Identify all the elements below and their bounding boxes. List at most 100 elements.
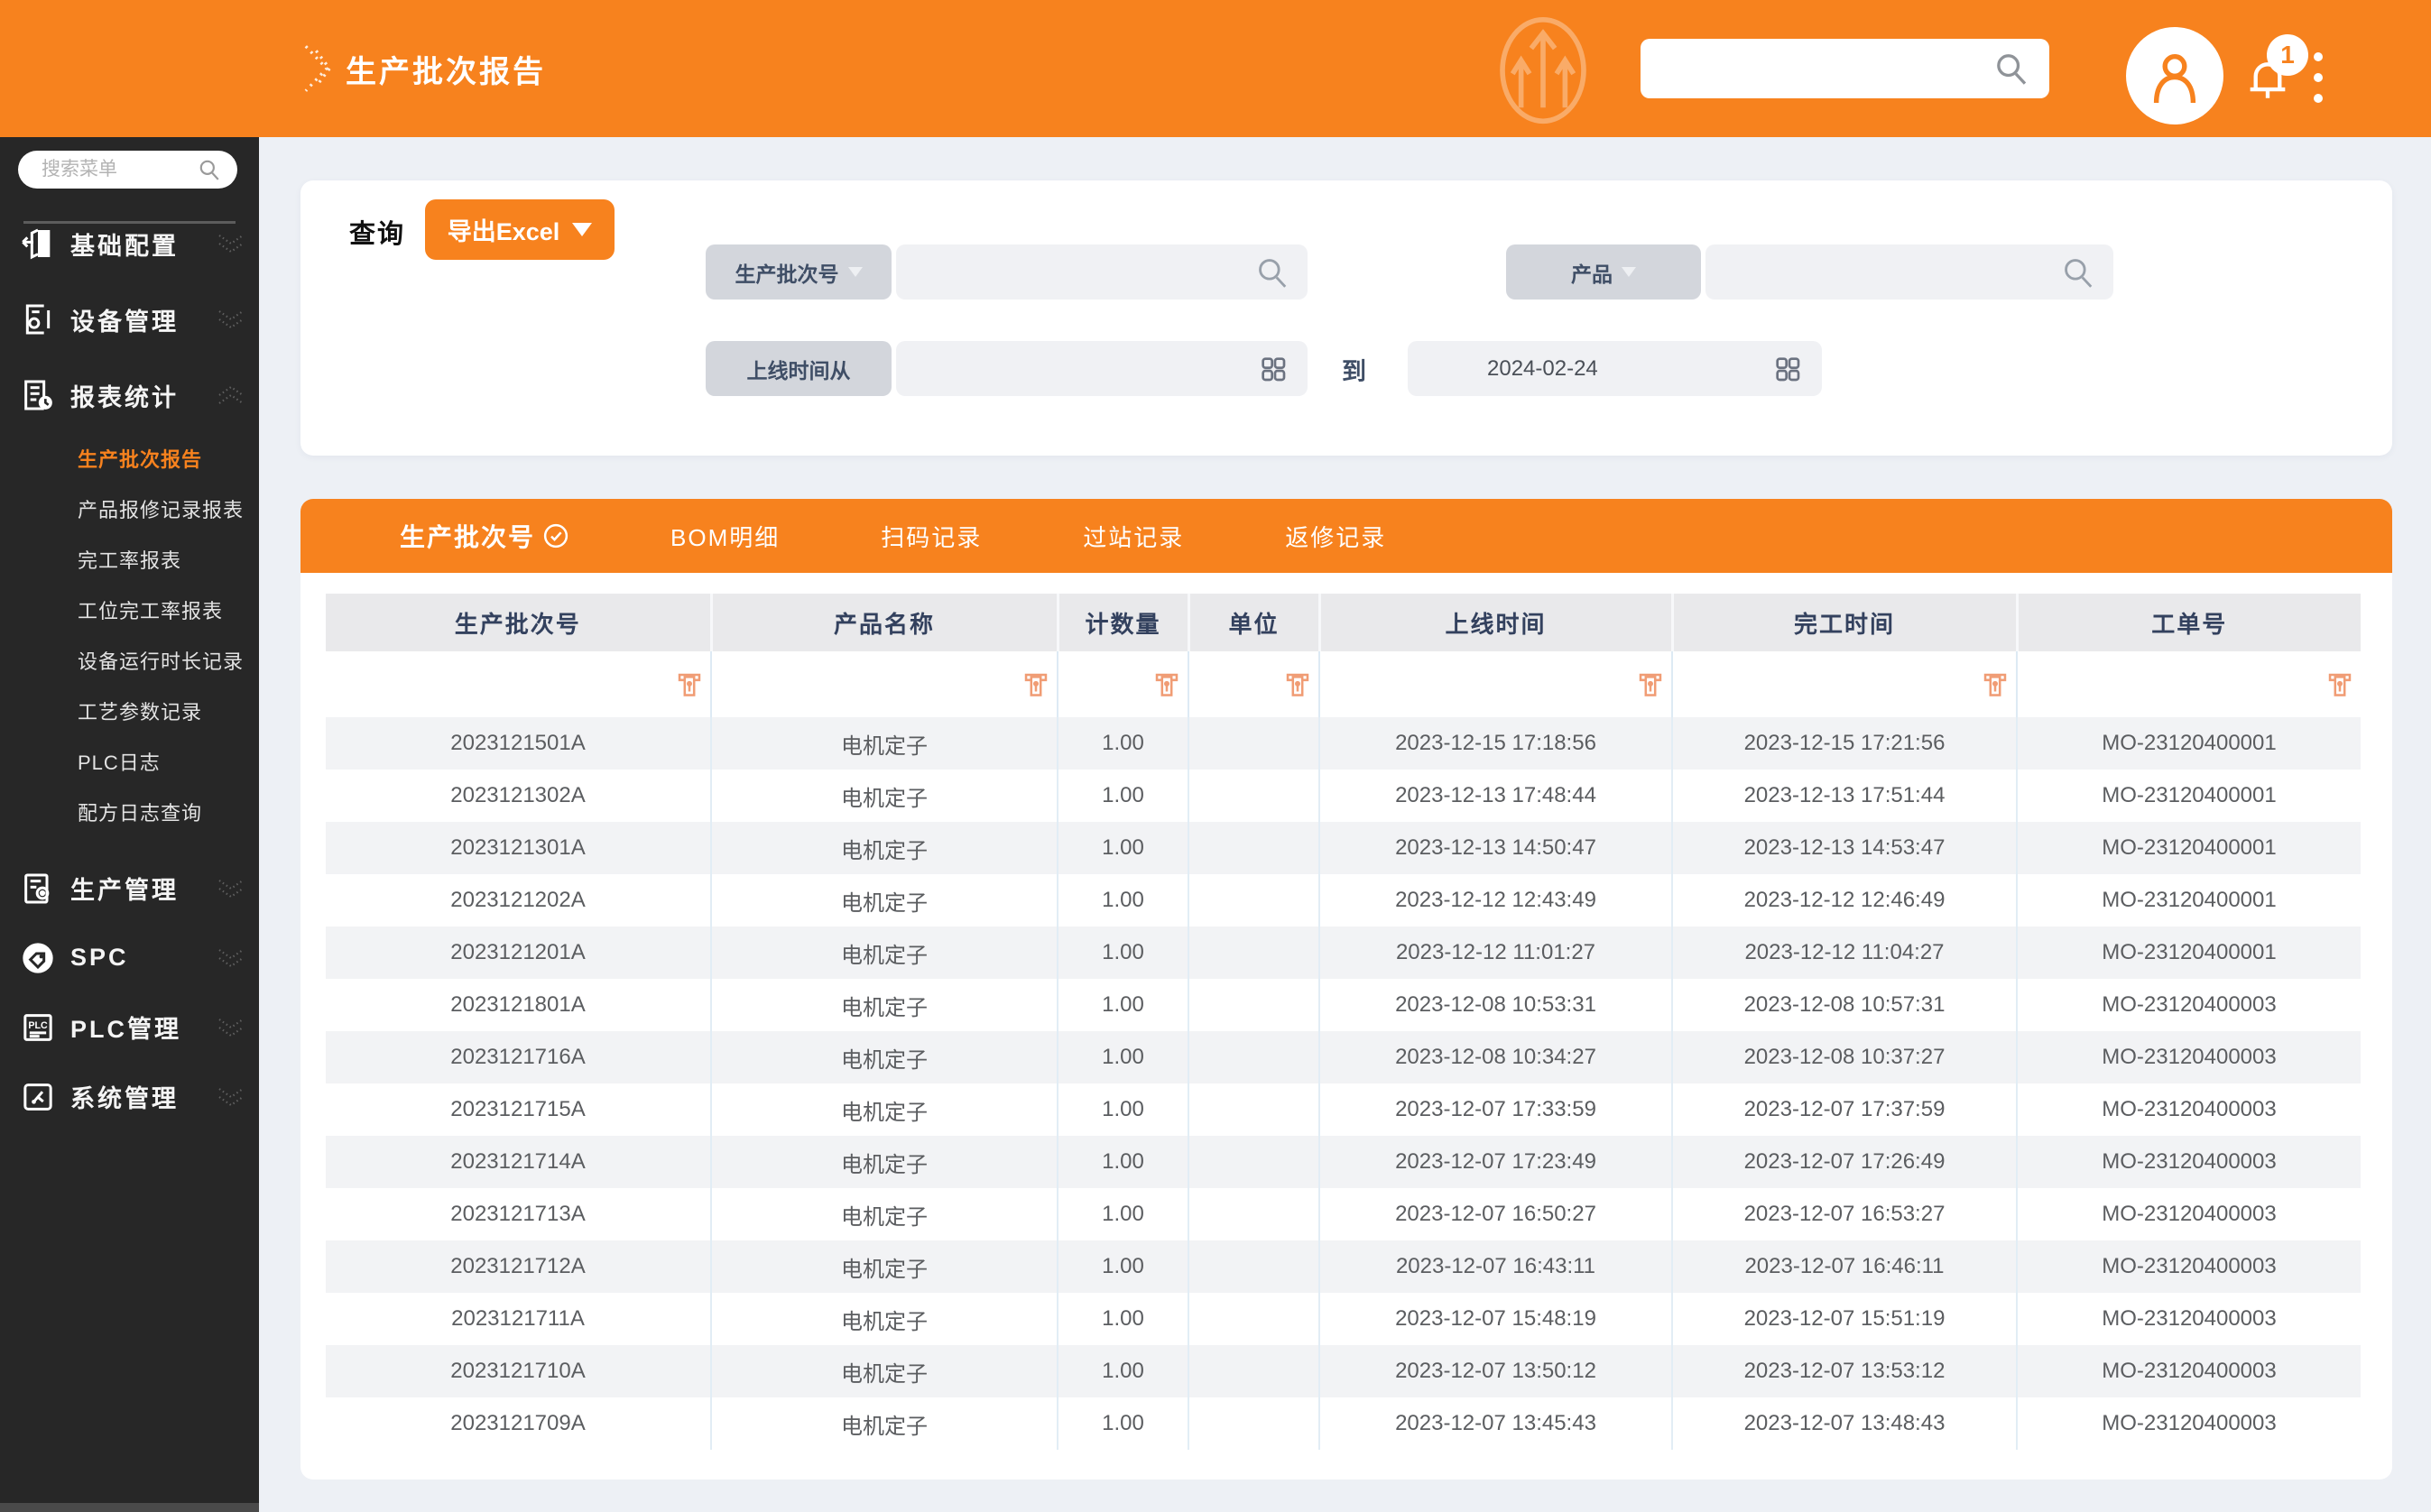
- column-filter-cell[interactable]: [326, 651, 711, 717]
- tab-返修记录[interactable]: 返修记录: [1285, 520, 1386, 553]
- batch-filter-input[interactable]: [896, 260, 1255, 285]
- column-header[interactable]: 单位: [1188, 594, 1319, 651]
- filter-funnel-icon[interactable]: [1022, 671, 1049, 698]
- calendar-icon[interactable]: [1259, 355, 1288, 383]
- search-icon[interactable]: [1993, 51, 2029, 87]
- table-cell: MO-23120400001: [2017, 717, 2361, 770]
- sidebar-item-system[interactable]: 系统管理: [0, 1062, 259, 1131]
- column-filter-cell[interactable]: [1058, 651, 1188, 717]
- filter-funnel-icon[interactable]: [1637, 671, 1664, 698]
- filter-funnel-icon[interactable]: [676, 671, 703, 698]
- tab-BOM明细[interactable]: BOM明细: [670, 520, 780, 553]
- table-row[interactable]: 2023121201A电机定子1.002023-12-12 11:01:2720…: [326, 927, 2361, 979]
- column-filter-cell[interactable]: [1319, 651, 1672, 717]
- search-icon[interactable]: [1255, 255, 1289, 290]
- table-cell: [1188, 1188, 1319, 1240]
- sidebar-subitem[interactable]: 产品报修记录报表: [0, 484, 259, 534]
- sidebar-item-label: 设备管理: [70, 302, 179, 337]
- sidebar-item-device[interactable]: 设备管理: [0, 281, 259, 357]
- table-cell: MO-23120400003: [2017, 1293, 2361, 1345]
- table-cell: 2023-12-08 10:57:31: [1672, 979, 2017, 1031]
- sidebar-item-door-exit[interactable]: 基础配置: [0, 206, 259, 281]
- time-to-input[interactable]: [1408, 356, 1773, 382]
- table-row[interactable]: 2023121801A电机定子1.002023-12-08 10:53:3120…: [326, 979, 2361, 1031]
- tab-过站记录[interactable]: 过站记录: [1083, 520, 1184, 553]
- column-filter-cell[interactable]: [1188, 651, 1319, 717]
- filter-funnel-icon[interactable]: [2326, 671, 2353, 698]
- table-cell: 2023-12-12 11:01:27: [1319, 927, 1672, 979]
- sidebar-item-label: SPC: [70, 944, 129, 972]
- sidebar-item-production[interactable]: 生产管理: [0, 853, 259, 923]
- batch-filter-field-selector[interactable]: 生产批次号: [706, 244, 892, 300]
- table-cell: 2023121301A: [326, 822, 711, 874]
- sidebar-scrollbar[interactable]: [0, 1503, 259, 1512]
- table-cell: MO-23120400003: [2017, 1031, 2361, 1083]
- table-row[interactable]: 2023121714A电机定子1.002023-12-07 17:23:4920…: [326, 1136, 2361, 1188]
- header-search-input[interactable]: [1641, 55, 1993, 83]
- table-row[interactable]: 2023121202A电机定子1.002023-12-12 12:43:4920…: [326, 874, 2361, 927]
- tab-生产批次号[interactable]: 生产批次号: [400, 518, 569, 554]
- table-row[interactable]: 2023121712A电机定子1.002023-12-07 16:43:1120…: [326, 1240, 2361, 1293]
- table-cell: 2023-12-12 11:04:27: [1672, 927, 2017, 979]
- table-cell: 2023-12-13 14:53:47: [1672, 822, 2017, 874]
- table-row[interactable]: 2023121713A电机定子1.002023-12-07 16:50:2720…: [326, 1188, 2361, 1240]
- table-cell: MO-23120400001: [2017, 874, 2361, 927]
- table-row[interactable]: 2023121716A电机定子1.002023-12-08 10:34:2720…: [326, 1031, 2361, 1083]
- table-cell: 2023121716A: [326, 1031, 711, 1083]
- column-filter-cell[interactable]: [2017, 651, 2361, 717]
- avatar[interactable]: [2126, 27, 2223, 124]
- column-header[interactable]: 生产批次号: [326, 594, 711, 651]
- more-menu-button[interactable]: [2312, 52, 2325, 103]
- column-header[interactable]: 产品名称: [711, 594, 1058, 651]
- sidebar-subitem[interactable]: 设备运行时长记录: [0, 635, 259, 686]
- sidebar-search-input[interactable]: [18, 159, 198, 180]
- sidebar-subitem[interactable]: 工艺参数记录: [0, 686, 259, 736]
- filter-funnel-icon[interactable]: [1982, 671, 2009, 698]
- table-cell: [1188, 1240, 1319, 1293]
- table-row[interactable]: 2023121501A电机定子1.002023-12-15 17:18:5620…: [326, 717, 2361, 770]
- table-cell: 2023-12-07 13:53:12: [1672, 1345, 2017, 1397]
- column-header[interactable]: 完工时间: [1672, 594, 2017, 651]
- sidebar-subitem[interactable]: 生产批次报告: [0, 433, 259, 484]
- tab-扫码记录[interactable]: 扫码记录: [881, 520, 982, 553]
- sidebar-subitem[interactable]: 完工率报表: [0, 534, 259, 585]
- column-filter-cell[interactable]: [711, 651, 1058, 717]
- calendar-icon[interactable]: [1773, 355, 1802, 383]
- column-header[interactable]: 计数量: [1058, 594, 1188, 651]
- search-icon[interactable]: [198, 158, 221, 181]
- sidebar-subitem[interactable]: 工位完工率报表: [0, 585, 259, 635]
- table-cell: 电机定子: [711, 1240, 1058, 1293]
- export-excel-button[interactable]: 导出Excel: [425, 199, 615, 260]
- search-icon[interactable]: [2061, 255, 2095, 290]
- table-row[interactable]: 2023121301A电机定子1.002023-12-13 14:50:4720…: [326, 822, 2361, 874]
- sidebar-item-spc[interactable]: SPC: [0, 923, 259, 992]
- product-filter-field-selector[interactable]: 产品: [1506, 244, 1701, 300]
- sidebar-item-label: 系统管理: [70, 1079, 179, 1114]
- sidebar-item-plc[interactable]: PLCPLC管理: [0, 992, 259, 1062]
- filter-funnel-icon[interactable]: [1284, 671, 1311, 698]
- table-cell: 2023121711A: [326, 1293, 711, 1345]
- sidebar-subitem[interactable]: PLC日志: [0, 736, 259, 787]
- notifications-button[interactable]: 1: [2242, 45, 2314, 117]
- sidebar-subitem[interactable]: 配方日志查询: [0, 787, 259, 837]
- notification-badge: 1: [2267, 34, 2308, 76]
- product-filter-input[interactable]: [1705, 260, 2061, 285]
- table-row[interactable]: 2023121710A电机定子1.002023-12-07 13:50:1220…: [326, 1345, 2361, 1397]
- sidebar-section: 基础配置: [0, 206, 259, 281]
- table-row[interactable]: 2023121302A电机定子1.002023-12-13 17:48:4420…: [326, 770, 2361, 822]
- sidebar-item-report[interactable]: 报表统计: [0, 357, 259, 433]
- table-cell: 电机定子: [711, 770, 1058, 822]
- filter-funnel-icon[interactable]: [1153, 671, 1180, 698]
- table-cell: 电机定子: [711, 1031, 1058, 1083]
- report-icon: [20, 377, 56, 413]
- column-header[interactable]: 工单号: [2017, 594, 2361, 651]
- chevron-down-icon: [216, 309, 246, 330]
- table-row[interactable]: 2023121709A电机定子1.002023-12-07 13:45:4320…: [326, 1397, 2361, 1450]
- table-row[interactable]: 2023121711A电机定子1.002023-12-07 15:48:1920…: [326, 1293, 2361, 1345]
- column-filter-cell[interactable]: [1672, 651, 2017, 717]
- table-row[interactable]: 2023121715A电机定子1.002023-12-07 17:33:5920…: [326, 1083, 2361, 1136]
- time-from-label-chip[interactable]: 上线时间从: [706, 341, 892, 396]
- time-from-input[interactable]: [896, 356, 1259, 382]
- table-cell: 2023-12-07 16:46:11: [1672, 1240, 2017, 1293]
- column-header[interactable]: 上线时间: [1319, 594, 1672, 651]
